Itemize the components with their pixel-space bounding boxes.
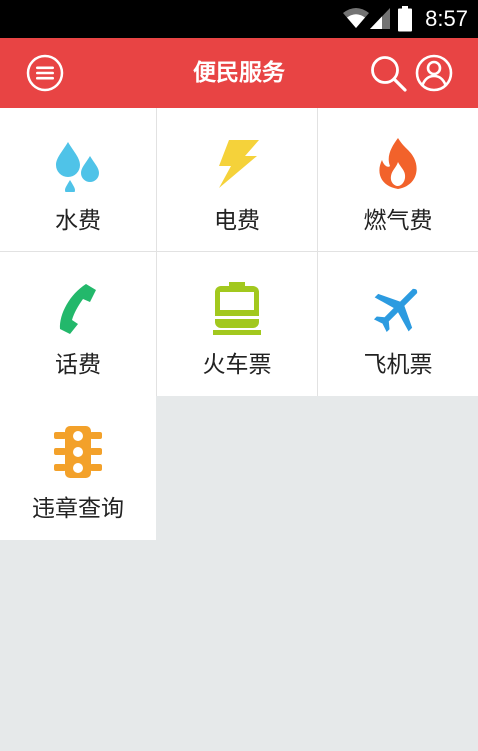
wifi-icon bbox=[343, 8, 369, 28]
grid-divider bbox=[317, 108, 318, 396]
service-tile-water[interactable]: 水费 bbox=[0, 108, 156, 252]
status-time: 8:57 bbox=[425, 6, 468, 31]
status-bar: 8:57 bbox=[0, 0, 478, 38]
service-label: 火车票 bbox=[202, 352, 272, 378]
service-tile-traffic-violation[interactable]: 违章查询 bbox=[0, 396, 156, 540]
user-icon[interactable] bbox=[414, 53, 454, 93]
flame-icon bbox=[379, 138, 417, 189]
traffic-light-icon bbox=[54, 426, 102, 478]
service-label: 飞机票 bbox=[363, 352, 433, 378]
signal-icon bbox=[370, 8, 390, 29]
battery-icon bbox=[398, 6, 412, 32]
train-icon bbox=[213, 282, 261, 335]
service-tile-phone[interactable]: 话费 bbox=[0, 252, 156, 396]
service-label: 水费 bbox=[55, 208, 101, 234]
airplane-icon bbox=[373, 288, 418, 333]
search-icon[interactable] bbox=[368, 53, 408, 93]
lightning-icon bbox=[219, 140, 259, 188]
grid-divider bbox=[156, 108, 157, 396]
service-tile-electricity[interactable]: 电费 bbox=[157, 108, 317, 252]
water-drops-icon bbox=[56, 142, 99, 192]
app-bar: 便民服务 bbox=[0, 38, 478, 108]
service-tile-gas[interactable]: 燃气费 bbox=[318, 108, 478, 252]
phone-icon bbox=[59, 284, 96, 334]
grid-divider bbox=[0, 251, 478, 252]
service-tile-train[interactable]: 火车票 bbox=[157, 252, 317, 396]
service-tile-flight[interactable]: 飞机票 bbox=[318, 252, 478, 396]
service-label: 话费 bbox=[55, 352, 101, 378]
service-label: 违章查询 bbox=[32, 496, 124, 522]
service-label: 燃气费 bbox=[363, 208, 433, 234]
service-label: 电费 bbox=[214, 208, 260, 234]
